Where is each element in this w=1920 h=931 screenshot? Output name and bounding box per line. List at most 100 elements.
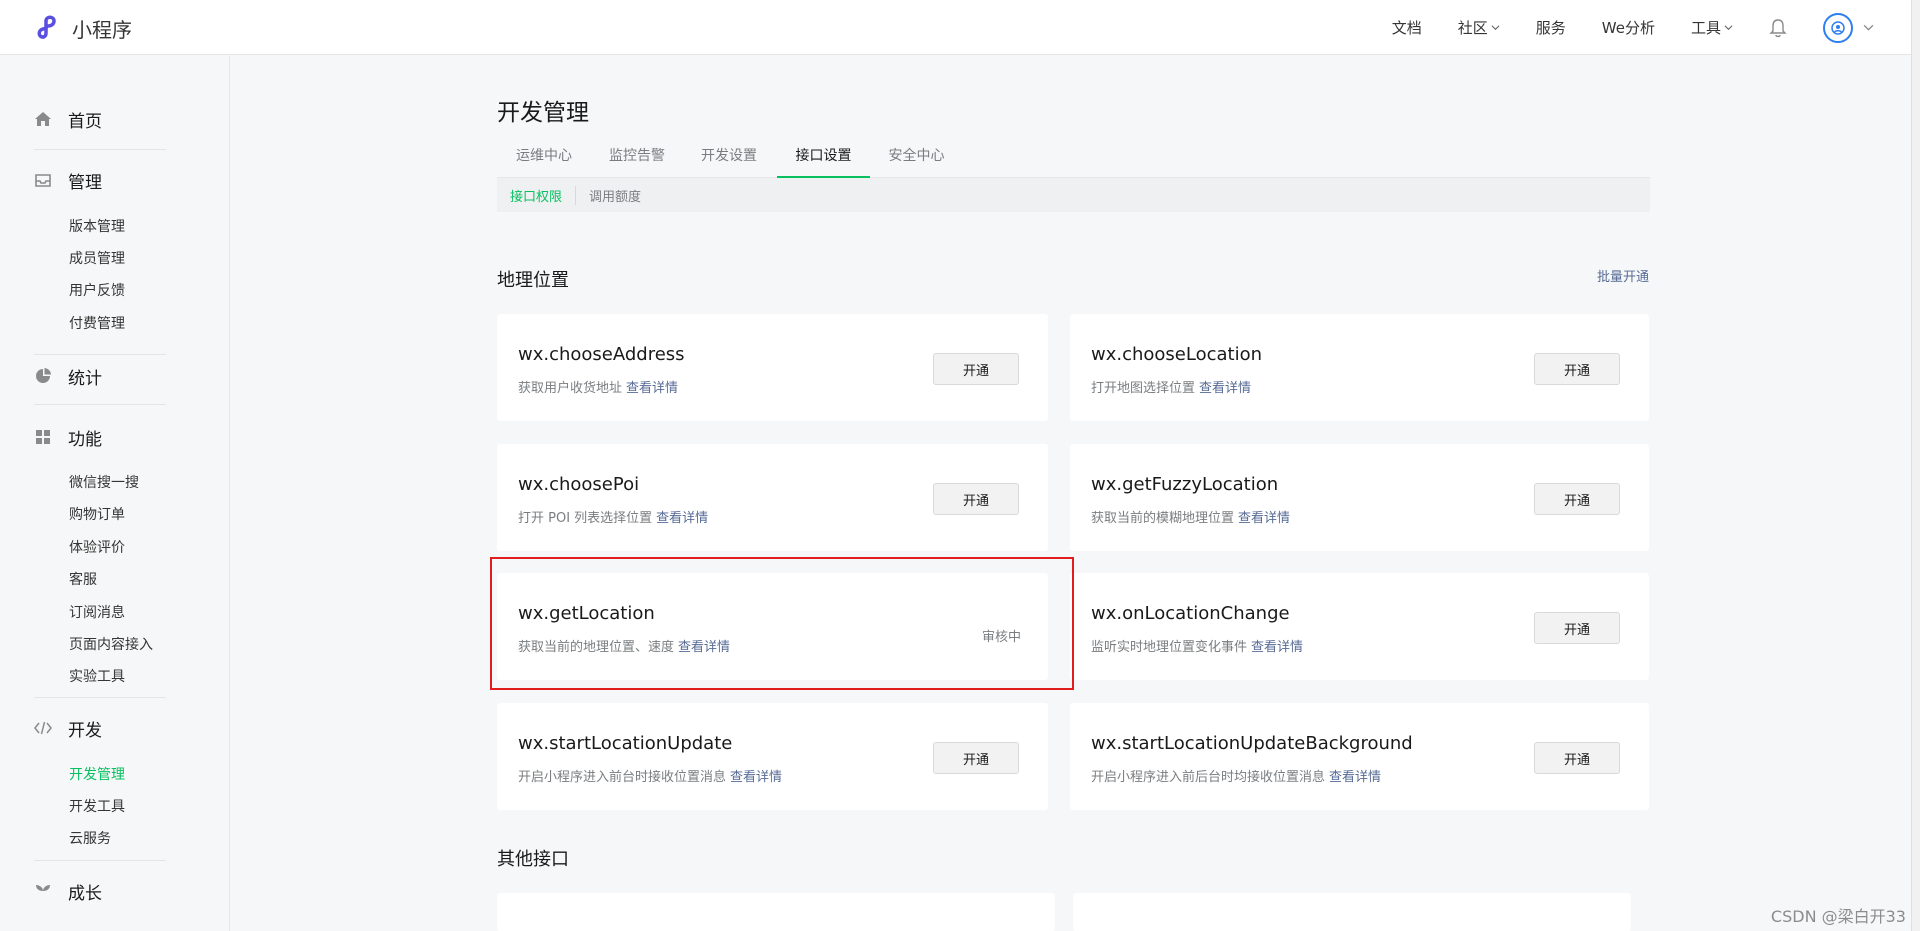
api-desc-text: 获取当前的模糊地理位置 [1091,511,1235,526]
view-details-link[interactable]: 查看详情 [1329,770,1381,785]
sidebar-growth-label: 成长 [68,883,102,904]
tab-api-settings[interactable]: 接口设置 [777,145,870,178]
nav-we-analytics[interactable]: We分析 [1602,17,1655,38]
sidebar-item-review[interactable]: 体验评价 [69,537,125,557]
divider [34,860,166,861]
sprout-icon [36,885,50,898]
nav-services-label: 服务 [1535,19,1566,37]
enable-button[interactable]: 开通 [1534,483,1620,515]
nav-we-analytics-label: We分析 [1601,19,1655,37]
chevron-down-icon [1491,25,1500,31]
sidebar-item-cloud[interactable]: 云服务 [69,828,111,848]
divider [34,697,166,698]
nav-services[interactable]: 服务 [1536,17,1566,38]
page-scrollbar[interactable] [1911,0,1920,931]
batch-enable-link[interactable]: 批量开通 [1597,266,1649,285]
nav-docs[interactable]: 文档 [1392,17,1422,38]
top-bar: 小程序 文档 社区 服务 We分析 工具 [0,0,1920,55]
divider [34,149,166,150]
api-card: wx.getFuzzyLocation 获取当前的模糊地理位置 查看详情 开通 [1070,444,1649,551]
api-desc: 获取当前的模糊地理位置 查看详情 [1091,507,1290,526]
page-title: 开发管理 [497,100,589,126]
enable-button[interactable]: 开通 [1534,353,1620,385]
api-card: wx.chooseAddress 获取用户收货地址 查看详情 开通 [497,314,1048,421]
sidebar-item-feedback[interactable]: 用户反馈 [69,280,125,300]
enable-button[interactable]: 开通 [933,353,1019,385]
api-desc-text: 开启小程序进入前台时接收位置消息 [518,770,727,785]
sidebar-item-home[interactable]: 首页 [34,104,166,134]
sidebar-item-wechat-search[interactable]: 微信搜一搜 [69,472,139,492]
tab-ops-center[interactable]: 运维中心 [497,145,591,178]
view-details-link[interactable]: 查看详情 [656,511,708,526]
api-card-partial [1073,893,1631,931]
tab-monitor-alerts[interactable]: 监控告警 [591,145,683,178]
nav-docs-label: 文档 [1391,19,1422,37]
api-name: wx.onLocationChange [1091,603,1290,624]
sidebar-item-experiments[interactable]: 实验工具 [69,666,125,686]
chevron-down-icon[interactable] [1863,22,1874,33]
divider [34,354,166,355]
api-name: wx.getFuzzyLocation [1091,474,1279,495]
api-card: wx.startLocationUpdate 开启小程序进入前台时接收位置消息查… [497,703,1048,810]
api-desc-text: 打开 POI 列表选择位置 [518,511,653,526]
sidebar-item-features[interactable]: 功能 [34,422,166,452]
sidebar-item-subscribe[interactable]: 订阅消息 [69,602,125,622]
sidebar-item-members[interactable]: 成员管理 [69,248,125,268]
divider [34,404,166,405]
api-desc: 打开地图选择位置 查看详情 [1091,377,1251,396]
sidebar-item-version[interactable]: 版本管理 [69,216,125,236]
tab-bar: 运维中心 监控告警 开发设置 接口设置 安全中心 [497,145,1650,178]
view-details-link[interactable]: 查看详情 [1199,381,1251,396]
tab-dev-settings[interactable]: 开发设置 [683,145,775,178]
api-card: wx.choosePoi 打开 POI 列表选择位置 查看详情 开通 [497,444,1048,551]
nav-tools[interactable]: 工具 [1691,17,1733,38]
tab-security-center[interactable]: 安全中心 [870,145,963,178]
api-card: wx.onLocationChange 监听实时地理位置变化事件 查看详情 开通 [1070,573,1649,680]
sidebar-features-label: 功能 [68,429,102,450]
sidebar-item-payment[interactable]: 付费管理 [69,313,125,333]
nav-community-label: 社区 [1457,19,1488,37]
sidebar-home-label: 首页 [68,111,102,132]
api-card: wx.chooseLocation 打开地图选择位置 查看详情 开通 [1070,314,1649,421]
api-desc-text: 监听实时地理位置变化事件 [1091,640,1248,655]
view-details-link[interactable]: 查看详情 [1238,511,1290,526]
avatar-glyph-icon [1831,20,1845,35]
api-desc-text: 获取用户收货地址 [518,381,623,396]
nav-community[interactable]: 社区 [1458,17,1500,38]
enable-button[interactable]: 开通 [933,742,1019,774]
sidebar-item-dev[interactable]: 开发 [34,713,166,743]
enable-button[interactable]: 开通 [1534,612,1620,644]
sidebar: 首页 管理 版本管理 成员管理 用户反馈 付费管理 统计 功能 微信搜一搜 购物… [0,56,230,931]
inbox-icon [35,174,51,187]
watermark: CSDN @梁白开33 [1770,907,1906,926]
api-name: wx.chooseAddress [518,344,685,365]
enable-button[interactable]: 开通 [933,483,1019,515]
sidebar-item-dev-manage[interactable]: 开发管理 [69,764,125,784]
view-details-link[interactable]: 查看详情 [1251,640,1303,655]
sidebar-item-manage[interactable]: 管理 [34,165,166,195]
enable-button[interactable]: 开通 [1534,742,1620,774]
api-desc-text: 开启小程序进入前后台时均接收位置消息 [1091,770,1326,785]
subtab-api-permissions[interactable]: 接口权限 [497,185,577,205]
api-desc: 开启小程序进入前后台时均接收位置消息 查看详情 [1091,766,1381,785]
nav-tools-label: 工具 [1690,19,1721,37]
sidebar-item-orders[interactable]: 购物订单 [69,504,125,524]
view-details-link[interactable]: 查看详情 [626,381,678,396]
sidebar-item-dev-tools[interactable]: 开发工具 [69,796,125,816]
subtab-call-quota[interactable]: 调用额度 [576,186,654,205]
sidebar-item-growth[interactable]: 成长 [34,876,166,906]
sidebar-item-page-content[interactable]: 页面内容接入 [69,634,153,654]
highlight-box [490,557,1074,690]
view-details-link[interactable]: 查看详情 [730,770,782,785]
grid-icon [36,430,50,444]
api-name: wx.chooseLocation [1091,344,1263,365]
bell-icon[interactable] [1769,18,1787,38]
user-avatar-icon[interactable] [1823,12,1853,43]
miniprogram-logo-icon [37,15,56,39]
sidebar-manage-label: 管理 [68,172,102,193]
sidebar-item-stats[interactable]: 统计 [34,361,166,391]
logo[interactable]: 小程序 [34,13,132,43]
chevron-down-icon [1724,25,1733,31]
sidebar-item-customer-service[interactable]: 客服 [69,569,97,589]
section-title-other: 其他接口 [497,849,569,870]
